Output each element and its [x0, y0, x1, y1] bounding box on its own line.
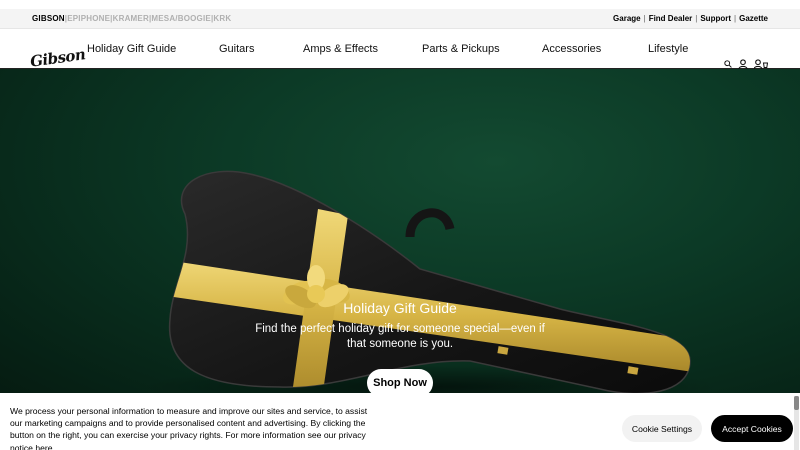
- find-dealer-link[interactable]: Find Dealer: [649, 14, 693, 23]
- nav-item-holiday-gift-guide[interactable]: Holiday Gift Guide: [87, 43, 176, 55]
- hero-title: Holiday Gift Guide: [343, 300, 457, 316]
- gazette-link[interactable]: Gazette: [739, 14, 768, 23]
- brand-switcher: GIBSON | EPIPHONE | KRAMER | MESA/BOOGIE…: [32, 14, 231, 23]
- cart-icon[interactable]: [754, 59, 768, 69]
- account-icon[interactable]: [738, 59, 748, 69]
- utility-links: Garage | Find Dealer | Support | Gazette: [613, 14, 768, 23]
- cookie-message-text: We process your personal information to …: [10, 406, 368, 450]
- support-link[interactable]: Support: [700, 14, 731, 23]
- accept-cookies-button[interactable]: Accept Cookies: [711, 415, 793, 442]
- nav-item-lifestyle[interactable]: Lifestyle: [648, 43, 688, 55]
- link-separator: |: [695, 14, 698, 23]
- nav-item-guitars[interactable]: Guitars: [219, 43, 254, 55]
- nav-item-amps-effects[interactable]: Amps & Effects: [303, 43, 378, 55]
- brand-gibson[interactable]: GIBSON: [32, 14, 65, 23]
- cookie-settings-button[interactable]: Cookie Settings: [622, 415, 702, 442]
- link-separator: |: [734, 14, 737, 23]
- cookie-banner: We process your personal information to …: [0, 393, 800, 450]
- hero-banner[interactable]: Holiday Gift Guide Find the perfect holi…: [0, 69, 800, 399]
- cookie-message: We process your personal information to …: [10, 405, 380, 450]
- brand-mesa-boogie[interactable]: MESA/BOOGIE: [151, 14, 211, 23]
- nav-item-accessories[interactable]: Accessories: [542, 43, 601, 55]
- garage-link[interactable]: Garage: [613, 14, 641, 23]
- link-separator: |: [643, 14, 646, 23]
- privacy-notice-link[interactable]: here: [35, 443, 52, 450]
- brand-epiphone[interactable]: EPIPHONE: [67, 14, 110, 23]
- nav-item-parts-pickups[interactable]: Parts & Pickups: [422, 43, 500, 55]
- main-nav: Gibson Holiday Gift Guide Guitars Amps &…: [0, 29, 800, 71]
- brand-kramer[interactable]: KRAMER: [113, 14, 149, 23]
- brand-bar: GIBSON | EPIPHONE | KRAMER | MESA/BOOGIE…: [0, 9, 800, 29]
- hero-content: Holiday Gift Guide Find the perfect holi…: [0, 300, 800, 352]
- gibson-logo[interactable]: Gibson: [29, 45, 86, 71]
- brand-krk[interactable]: KRK: [213, 14, 231, 23]
- nav-icons: [724, 59, 768, 69]
- hero-subtitle: Find the perfect holiday gift for someon…: [255, 323, 545, 350]
- scrollbar-thumb[interactable]: [794, 396, 799, 410]
- search-icon[interactable]: [724, 60, 732, 68]
